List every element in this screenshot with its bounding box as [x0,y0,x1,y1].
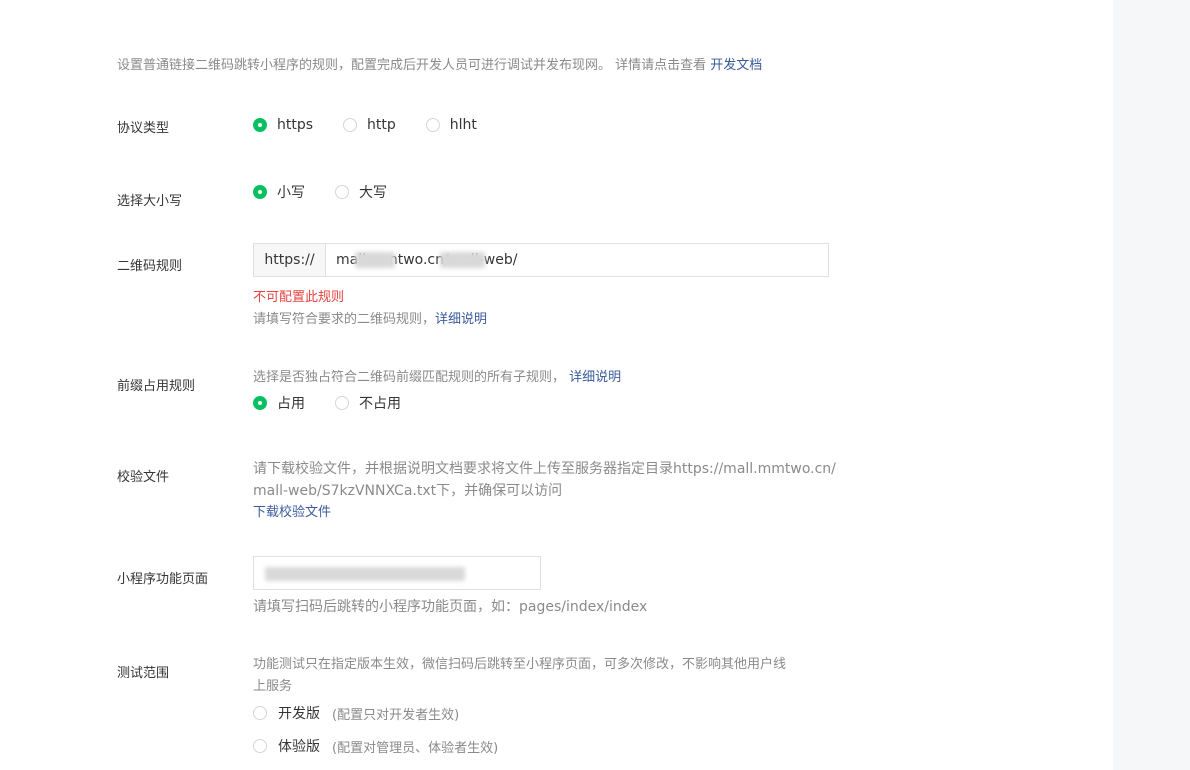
qr-rule-field: https:// [253,243,829,277]
test-range-help-line: 功能测试只在指定版本生效，微信扫码后跳转至小程序页面，可多次修改，不影响其他用户… [253,657,787,672]
test-range-option-note: (配置只对开发者生效) [332,707,460,723]
case-option-label: 小写 [277,185,305,201]
radio-unchecked-icon [335,396,349,410]
qr-rule-prefix: https:// [254,244,326,276]
test-range-help: 功能测试只在指定版本生效，微信扫码后跳转至小程序页面，可多次修改，不影响其他用户… [253,654,786,698]
radio-checked-icon [253,185,267,199]
intro-text: 设置普通链接二维码跳转小程序的规则，配置完成后开发人员可进行调试并发布现网。 详… [117,54,762,73]
qr-rule-help-text: 请填写符合要求的二维码规则， [253,312,436,327]
prefix-option-label: 占用 [277,396,305,412]
protocol-option-https[interactable]: https [253,117,313,133]
qr-rule-error: 不可配置此规则 [253,290,345,305]
redaction-mask [355,252,395,268]
case-radio-group: 小写 大写 [253,182,417,202]
qr-rule-detail-link[interactable]: 详细说明 [435,312,487,327]
qr-rule-input[interactable] [326,244,828,276]
dev-docs-link[interactable]: 开发文档 [710,58,762,73]
test-range-help-line: 上服务 [253,679,293,694]
radio-unchecked-icon [253,739,267,753]
protocol-option-label: hlht [449,117,477,133]
qr-rule-help: 请填写符合要求的二维码规则，详细说明 [253,309,487,331]
prefix-option-not-occupy[interactable]: 不占用 [335,393,401,413]
radio-unchecked-icon [343,118,358,132]
qr-rule-label: 二维码规则 [117,259,183,274]
test-range-option-label: 体验版 [278,739,320,755]
protocol-option-http[interactable]: http [343,117,396,133]
protocol-option-label: https [277,117,314,133]
radio-checked-icon [253,118,267,132]
verify-file-help: 请下载校验文件，并根据说明文档要求将文件上传至服务器指定目录https://ma… [253,458,836,524]
prefix-rule-help: 选择是否独占符合二维码前缀匹配规则的所有子规则， 详细说明 [253,367,621,389]
test-range-option-dev[interactable]: 开发版 (配置只对开发者生效) [253,703,459,723]
test-range-option-label: 开发版 [278,706,320,722]
prefix-rule-radio-group: 占用 不占用 [253,393,431,413]
test-range-label: 测试范围 [117,666,170,681]
download-verify-file-link[interactable]: 下载校验文件 [253,502,836,524]
prefix-rule-detail-link[interactable]: 详细说明 [569,370,621,385]
right-side-panel [1113,0,1190,770]
function-page-label: 小程序功能页面 [117,572,209,587]
case-label: 选择大小写 [117,194,183,209]
protocol-option-hlht[interactable]: hlht [425,117,477,133]
case-option-upper[interactable]: 大写 [335,182,387,202]
radio-unchecked-icon [425,118,440,132]
prefix-option-occupy[interactable]: 占用 [253,393,305,413]
prefix-rule-label: 前缀占用规则 [117,379,196,394]
case-option-label: 大写 [359,185,387,201]
intro-description: 设置普通链接二维码跳转小程序的规则，配置完成后开发人员可进行调试并发布现网。 详… [117,58,707,73]
protocol-radio-group: https http hlht [253,117,507,133]
protocol-label: 协议类型 [117,121,170,136]
radio-checked-icon [253,396,267,410]
verify-file-label: 校验文件 [117,470,170,485]
protocol-option-label: http [367,117,396,133]
test-range-option-trial[interactable]: 体验版 (配置对管理员、体验者生效) [253,736,498,756]
function-page-help: 请填写扫码后跳转的小程序功能页面，如：pages/index/index [253,599,648,615]
radio-unchecked-icon [335,185,349,199]
verify-file-help-line: 请下载校验文件，并根据说明文档要求将文件上传至服务器指定目录https://ma… [253,461,836,477]
redaction-mask [265,567,465,581]
case-option-lower[interactable]: 小写 [253,182,305,202]
prefix-option-label: 不占用 [359,396,401,412]
redaction-mask [440,252,485,268]
radio-unchecked-icon [253,706,267,720]
test-range-option-note: (配置对管理员、体验者生效) [332,740,499,756]
verify-file-help-line: mall-web/S7kzVNNXCa.txt下，并确保可以访问 [253,483,563,499]
prefix-rule-help-text: 选择是否独占符合二维码前缀匹配规则的所有子规则， [253,370,566,385]
